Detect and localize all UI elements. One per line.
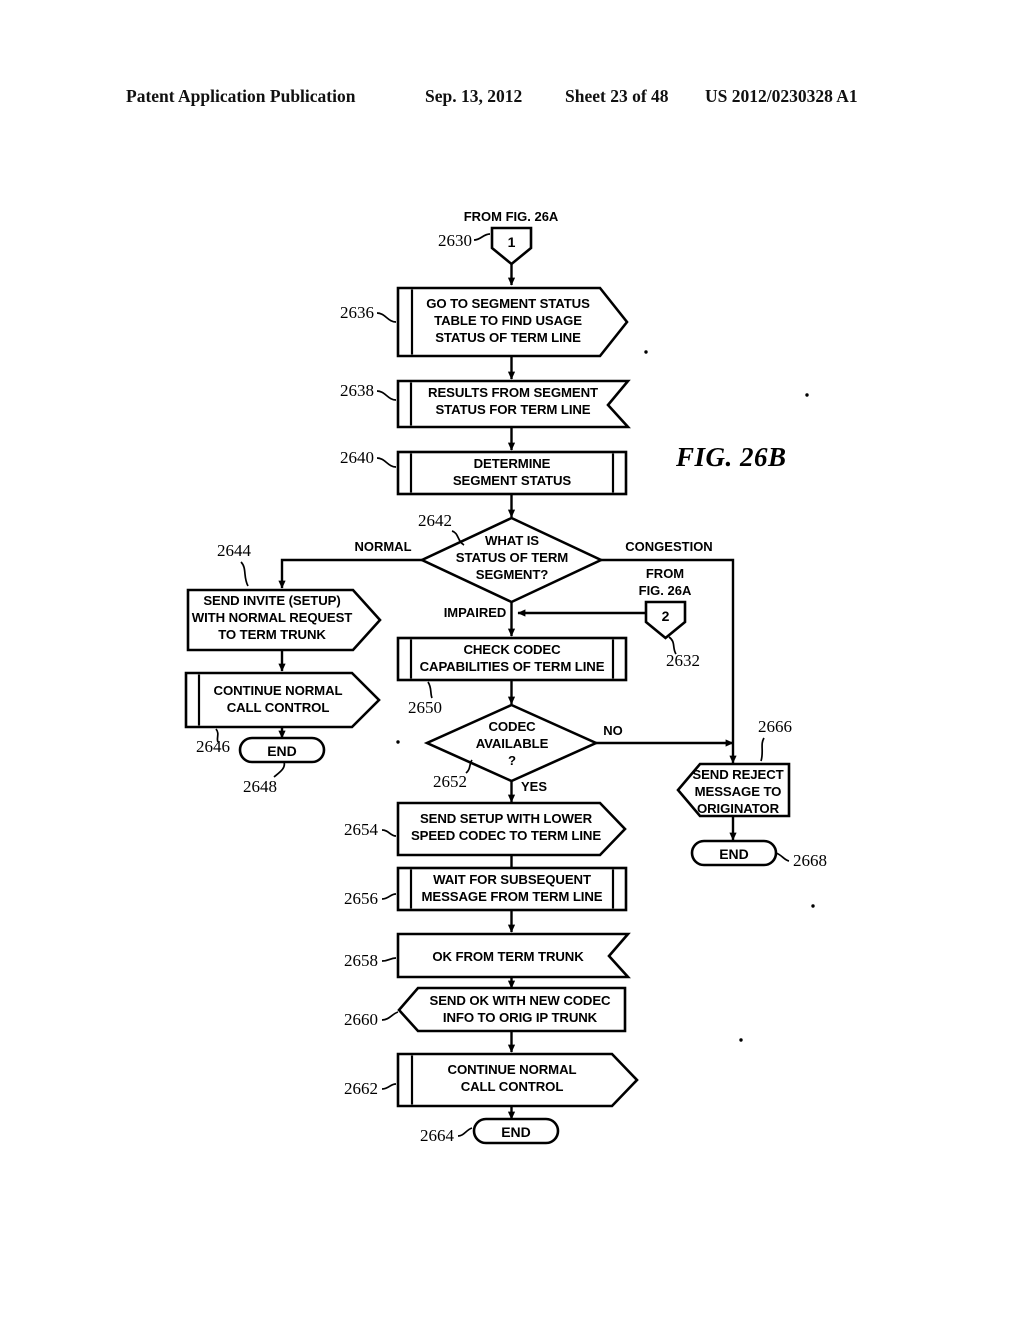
ref-2668: 2668 xyxy=(793,851,827,870)
node-2658: OK FROM TERM TRUNK 2658 xyxy=(344,932,631,989)
node-2638: RESULTS FROM SEGMENT STATUS FOR TERM LIN… xyxy=(340,379,631,451)
ref-2632: 2632 xyxy=(666,651,700,670)
edge-impaired: IMPAIRED xyxy=(444,602,516,637)
node-2636-line-1: TABLE TO FIND USAGE xyxy=(434,313,582,328)
patent-figure-page: Patent Application Publication Sep. 13, … xyxy=(0,0,1024,1320)
connector-side-symbol: 2 xyxy=(662,608,670,624)
node-2662-line-0: CONTINUE NORMAL xyxy=(448,1062,577,1077)
edge-normal: NORMAL xyxy=(278,539,422,589)
node-2664: END 2664 xyxy=(420,1117,560,1145)
node-2664-label: END xyxy=(501,1124,531,1140)
node-2660-line-0: SEND OK WITH NEW CODEC xyxy=(430,993,612,1008)
connector-side-caption-1: FROM xyxy=(646,566,684,581)
node-2636-line-2: STATUS OF TERM LINE xyxy=(435,330,581,345)
node-2652-line-1: AVAILABLE xyxy=(476,736,549,751)
node-2646-line-1: CALL CONTROL xyxy=(227,700,330,715)
ref-2644: 2644 xyxy=(217,541,252,560)
node-2658-line-0: OK FROM TERM TRUNK xyxy=(432,949,584,964)
connector-side-caption-2: FIG. 26A xyxy=(639,583,692,598)
node-2644-line-1: WITH NORMAL REQUEST xyxy=(192,610,353,625)
node-2652-line-2: ? xyxy=(508,753,516,768)
ref-2638: 2638 xyxy=(340,381,374,400)
ref-2666: 2666 xyxy=(758,717,792,736)
node-2642-line-1: STATUS OF TERM xyxy=(456,550,569,565)
node-2640-line-1: SEGMENT STATUS xyxy=(453,473,572,488)
node-2636: GO TO SEGMENT STATUS TABLE TO FIND USAGE… xyxy=(340,286,629,380)
node-2644-line-2: TO TERM TRUNK xyxy=(218,627,326,642)
node-2638-line-1: STATUS FOR TERM LINE xyxy=(435,402,590,417)
node-2662-line-1: CALL CONTROL xyxy=(461,1079,564,1094)
ref-2630: 2630 xyxy=(438,231,472,250)
ref-2646: 2646 xyxy=(196,737,230,756)
node-2656: WAIT FOR SUBSEQUENT MESSAGE FROM TERM LI… xyxy=(344,866,628,933)
print-speck xyxy=(811,904,815,908)
node-2656-line-0: WAIT FOR SUBSEQUENT xyxy=(433,872,591,887)
connector-top-symbol: 1 xyxy=(508,234,516,250)
node-2668: END 2668 xyxy=(690,839,827,870)
ref-2656: 2656 xyxy=(344,889,378,908)
node-2636-line-0: GO TO SEGMENT STATUS xyxy=(426,296,590,311)
node-2660-line-1: INFO TO ORIG IP TRUNK xyxy=(443,1010,598,1025)
edge-label-no: NO xyxy=(603,723,623,738)
node-2638-line-0: RESULTS FROM SEGMENT xyxy=(428,385,598,400)
ref-2654: 2654 xyxy=(344,820,379,839)
edge-label-congestion: CONGESTION xyxy=(625,539,712,554)
ref-2642: 2642 xyxy=(418,511,452,530)
edge-label-impaired: IMPAIRED xyxy=(444,605,507,620)
ref-2650: 2650 xyxy=(408,698,442,717)
ref-2636: 2636 xyxy=(340,303,374,322)
node-2656-line-1: MESSAGE FROM TERM LINE xyxy=(422,889,603,904)
print-speck xyxy=(805,393,809,397)
node-2660: SEND OK WITH NEW CODEC INFO TO ORIG IP T… xyxy=(344,986,627,1053)
ref-2658: 2658 xyxy=(344,951,378,970)
edge-label-yes: YES xyxy=(521,779,547,794)
node-2652-line-0: CODEC xyxy=(488,719,536,734)
ref-2660: 2660 xyxy=(344,1010,378,1029)
node-2642-line-2: SEGMENT? xyxy=(476,567,549,582)
node-2648: END 2648 xyxy=(238,736,326,796)
node-2654-line-0: SEND SETUP WITH LOWER xyxy=(420,811,593,826)
print-speck xyxy=(739,1038,743,1042)
node-2642-line-0: WHAT IS xyxy=(485,533,539,548)
node-2648-label: END xyxy=(267,743,297,759)
node-2646-line-0: CONTINUE NORMAL xyxy=(214,683,343,698)
node-2654: SEND SETUP WITH LOWER SPEED CODEC TO TER… xyxy=(344,801,627,877)
ref-2640: 2640 xyxy=(340,448,374,467)
node-2662: CONTINUE NORMAL CALL CONTROL 2662 xyxy=(344,1052,639,1120)
ref-2664: 2664 xyxy=(420,1126,455,1145)
node-2666: SEND REJECT MESSAGE TO ORIGINATOR 2666 xyxy=(676,717,792,841)
node-2666-line-0: SEND REJECT xyxy=(692,767,783,782)
connector-top-caption: FROM FIG. 26A xyxy=(464,209,559,224)
flowchart-canvas: FROM FIG. 26A 1 2630 GO TO SEGMENT STATU… xyxy=(184,209,827,1145)
ref-2652: 2652 xyxy=(433,772,467,791)
node-2644-line-0: SEND INVITE (SETUP) xyxy=(203,593,340,608)
node-2640-line-0: DETERMINE xyxy=(474,456,551,471)
node-2666-line-2: ORIGINATOR xyxy=(697,801,780,816)
node-2650-line-1: CAPABILITIES OF TERM LINE xyxy=(420,659,605,674)
node-2640: DETERMINE SEGMENT STATUS 2640 xyxy=(340,448,628,518)
node-2666-line-1: MESSAGE TO xyxy=(695,784,782,799)
node-2654-line-1: SPEED CODEC TO TERM LINE xyxy=(411,828,601,843)
node-2642: WHAT IS STATUS OF TERM SEGMENT? 2642 xyxy=(418,511,605,604)
node-2650-line-0: CHECK CODEC xyxy=(463,642,561,657)
print-speck xyxy=(396,740,400,744)
connector-from-fig26a-top: FROM FIG. 26A 1 2630 xyxy=(438,209,559,286)
edge-label-normal: NORMAL xyxy=(354,539,411,554)
ref-2662: 2662 xyxy=(344,1079,378,1098)
print-speck xyxy=(644,350,648,354)
node-2668-label: END xyxy=(719,846,749,862)
ref-2648: 2648 xyxy=(243,777,277,796)
